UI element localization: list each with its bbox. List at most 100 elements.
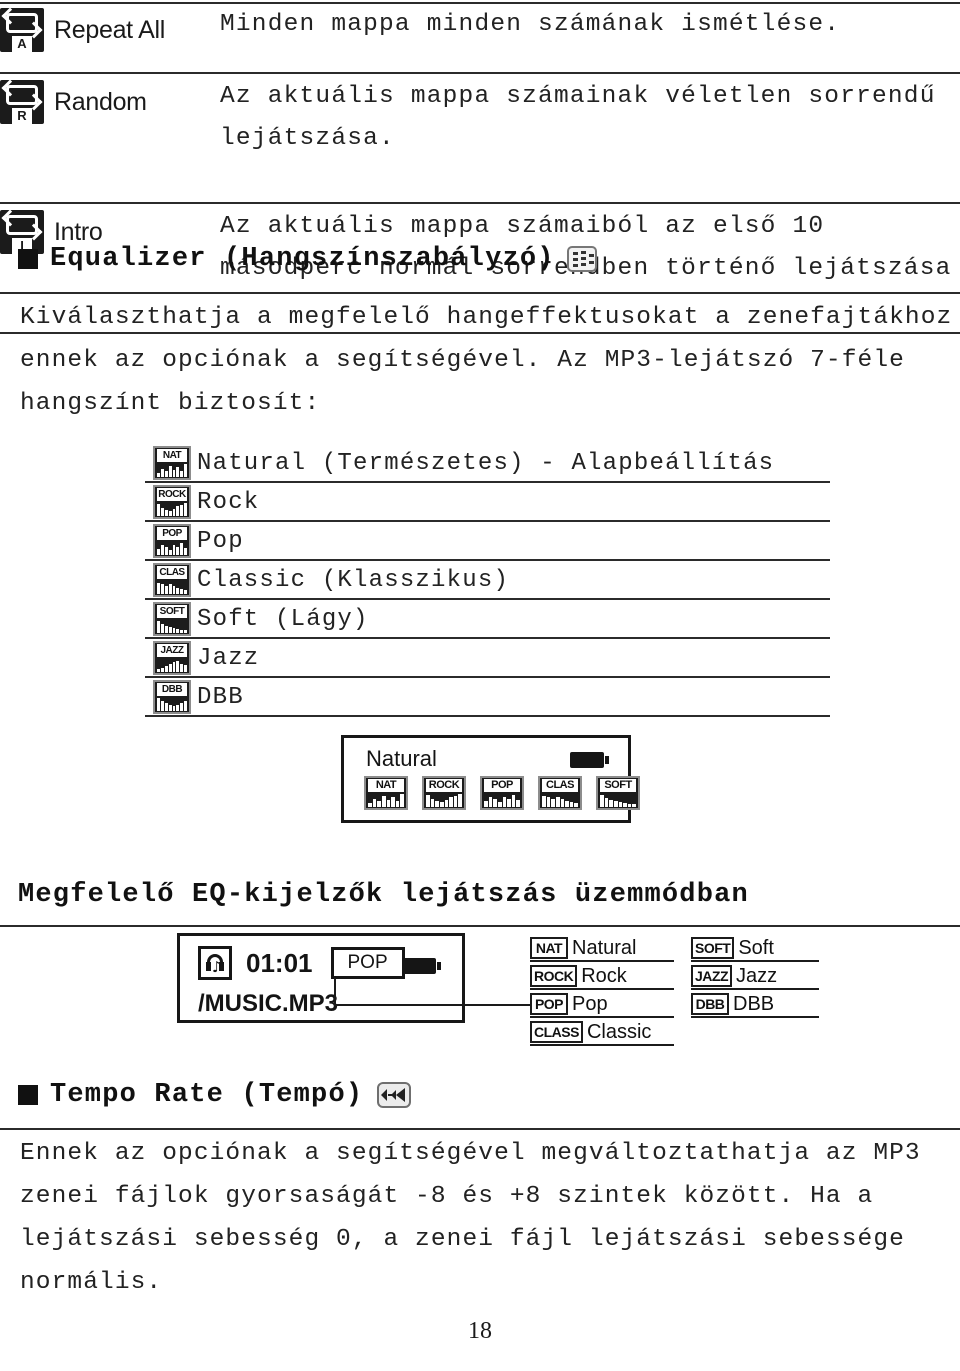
eq-preset-icon-nat: NAT [153,446,191,480]
eq-legend-left: NAT Natural ROCK Rock POP Pop CLASS Classic [530,934,674,1046]
natural-preset-strip: NAT ROCK POP CLAS SOFT [364,776,640,810]
bullet-square-icon [18,249,38,269]
playback-time: 01:01 [246,947,313,978]
eq-preset-tag: CLAS [157,566,187,579]
eq-preset-name: Jazz [197,645,260,672]
eq-legend-tag: DBB [691,993,729,1015]
equalizer-heading: Equalizer (Hangszínszabályzó) [18,244,597,274]
equalizer-heading-rule [0,292,960,294]
description-line: Az aktuális mappa számaiból az első 10 [220,213,825,240]
eq-legend-tag: POP [530,993,568,1015]
headphone-music-icon: ♪ [198,946,232,980]
eq-bars [157,658,187,672]
table-row: R Random Az aktuális mappa számainak vél… [0,76,960,206]
legend-item: DBB DBB [691,990,819,1018]
eq-preset-icon-soft: SOFT [596,776,640,810]
eq-indicator-heading: Megfelelő EQ-kijelzők lejátszás üzemmódb… [18,880,749,910]
playback-mode-table: A Repeat All Minden mappa minden számána… [0,0,960,340]
mode-label: Repeat All [54,15,165,44]
equalizer-title: Equalizer (Hangszínszabályzó) [50,244,555,274]
eq-preset-tag: SOFT [600,779,636,792]
eq-preset-name: DBB [197,684,244,711]
eq-legend-tag: NAT [530,937,568,959]
mode-icon-cell: A Repeat All [0,4,190,52]
paragraph-line: normális. [20,1269,163,1296]
list-item: ROCK Rock [145,483,830,522]
paragraph-line: lejátszási sebesség 0, a zenei fájl lejá… [20,1226,905,1253]
eq-bars [426,793,462,807]
list-item: CLAS Classic (Klasszikus) [145,561,830,600]
mode-label: Intro [54,217,103,246]
eq-indicator-title: Megfelelő EQ-kijelzők lejátszás üzemmódb… [18,880,749,910]
eq-legend-label: Natural [572,936,637,959]
mode-icon-cell: R Random [0,76,190,124]
eq-preset-name: Natural (Természetes) - Alapbeállítás [197,450,775,477]
eq-legend-label: Pop [572,992,608,1015]
paragraph-line: hangszínt biztosít: [20,390,321,417]
player-display-screenshot: ♪ 01:01 POP /MUSIC.MP3 [177,933,465,1023]
eq-bars [157,463,187,477]
eq-legend-label: Rock [581,964,627,987]
eq-bars [157,619,187,633]
callout-connector-vertical [334,978,336,1005]
eq-preset-icon-jazz: JAZZ [153,641,191,675]
eq-legend-label: Classic [586,1020,652,1043]
eq-preset-icon-dbb: DBB [153,680,191,714]
list-item-rule [145,715,830,717]
legend-item: POP Pop [530,990,674,1018]
paragraph-line: ennek az opciónak a segítségével. Az MP3… [20,347,905,374]
eq-legend-tag: JAZZ [691,965,732,987]
natural-screen-label: Natural [366,746,437,771]
table-row-rule [0,202,960,204]
eq-preset-name: Soft (Lágy) [197,606,369,633]
eq-preset-tag: JAZZ [157,644,187,657]
paragraph-line: Ennek az opciónak a segítségével megvált… [20,1140,921,1167]
playing-file-name: /MUSIC.MP3 [198,990,339,1017]
mode-label: Random [54,87,147,116]
eq-preset-icon-rock: ROCK [422,776,466,810]
eq-preset-tag: DBB [157,683,187,696]
eq-legend-label: Soft [738,936,774,959]
paragraph-line: zenei fájlok gyorsaságát -8 és +8 szinte… [20,1183,874,1210]
eq-preset-icon-pop: POP [153,524,191,558]
mode-description-cell: Az aktuális mappa számainak véletlen sor… [190,76,960,160]
eq-legend-label: DBB [733,992,775,1015]
random-icon: R [0,80,44,124]
tempo-title: Tempo Rate (Tempó) [50,1080,364,1110]
tempo-heading: Tempo Rate (Tempó) [18,1080,412,1110]
legend-item: NAT Natural [530,934,674,962]
callout-connector-horizontal [334,1004,530,1006]
eq-preset-icon-rock: ROCK [153,485,191,519]
tempo-heading-rule [0,1128,960,1130]
description-line: Minden mappa minden számának ismétlése. [220,11,841,38]
manual-page: A Repeat All Minden mappa minden számána… [0,0,960,1371]
description-line: lejátszása. [220,125,395,152]
legend-underline [530,1044,674,1046]
legend-item: JAZZ Jazz [691,962,819,990]
bullet-square-icon [18,1085,38,1105]
eq-bars [157,580,187,594]
legend-underline [691,1016,819,1018]
repeat-all-icon: A [0,8,44,52]
eq-preset-tag: POP [484,779,520,792]
eq-preset-icon-clas: CLAS [153,563,191,597]
player-status-row: ♪ 01:01 POP [198,946,405,980]
eq-preset-tag: POP [157,527,187,540]
description-line: Az aktuális mappa számainak véletlen sor… [220,83,936,110]
eq-indicator-rule [0,925,960,927]
eq-bars [484,793,520,807]
eq-bars [157,697,187,711]
page-number: 18 [468,1318,492,1344]
eq-preset-icon-nat: NAT [364,776,408,810]
eq-bars [368,793,404,807]
eq-bars [157,541,187,555]
mode-description-cell: Minden mappa minden számának ismétlése. [190,4,960,46]
list-item: DBB DBB [145,678,830,717]
eq-preset-icon-clas: CLAS [538,776,582,810]
eq-preset-icon-soft: SOFT [153,602,191,636]
eq-preset-name: Classic (Klasszikus) [197,567,510,594]
tempo-paragraph: Ennek az opciónak a segítségével megvált… [20,1132,950,1304]
eq-legend-tag: SOFT [691,937,735,959]
legend-item: ROCK Rock [530,962,674,990]
list-item: JAZZ Jazz [145,639,830,678]
